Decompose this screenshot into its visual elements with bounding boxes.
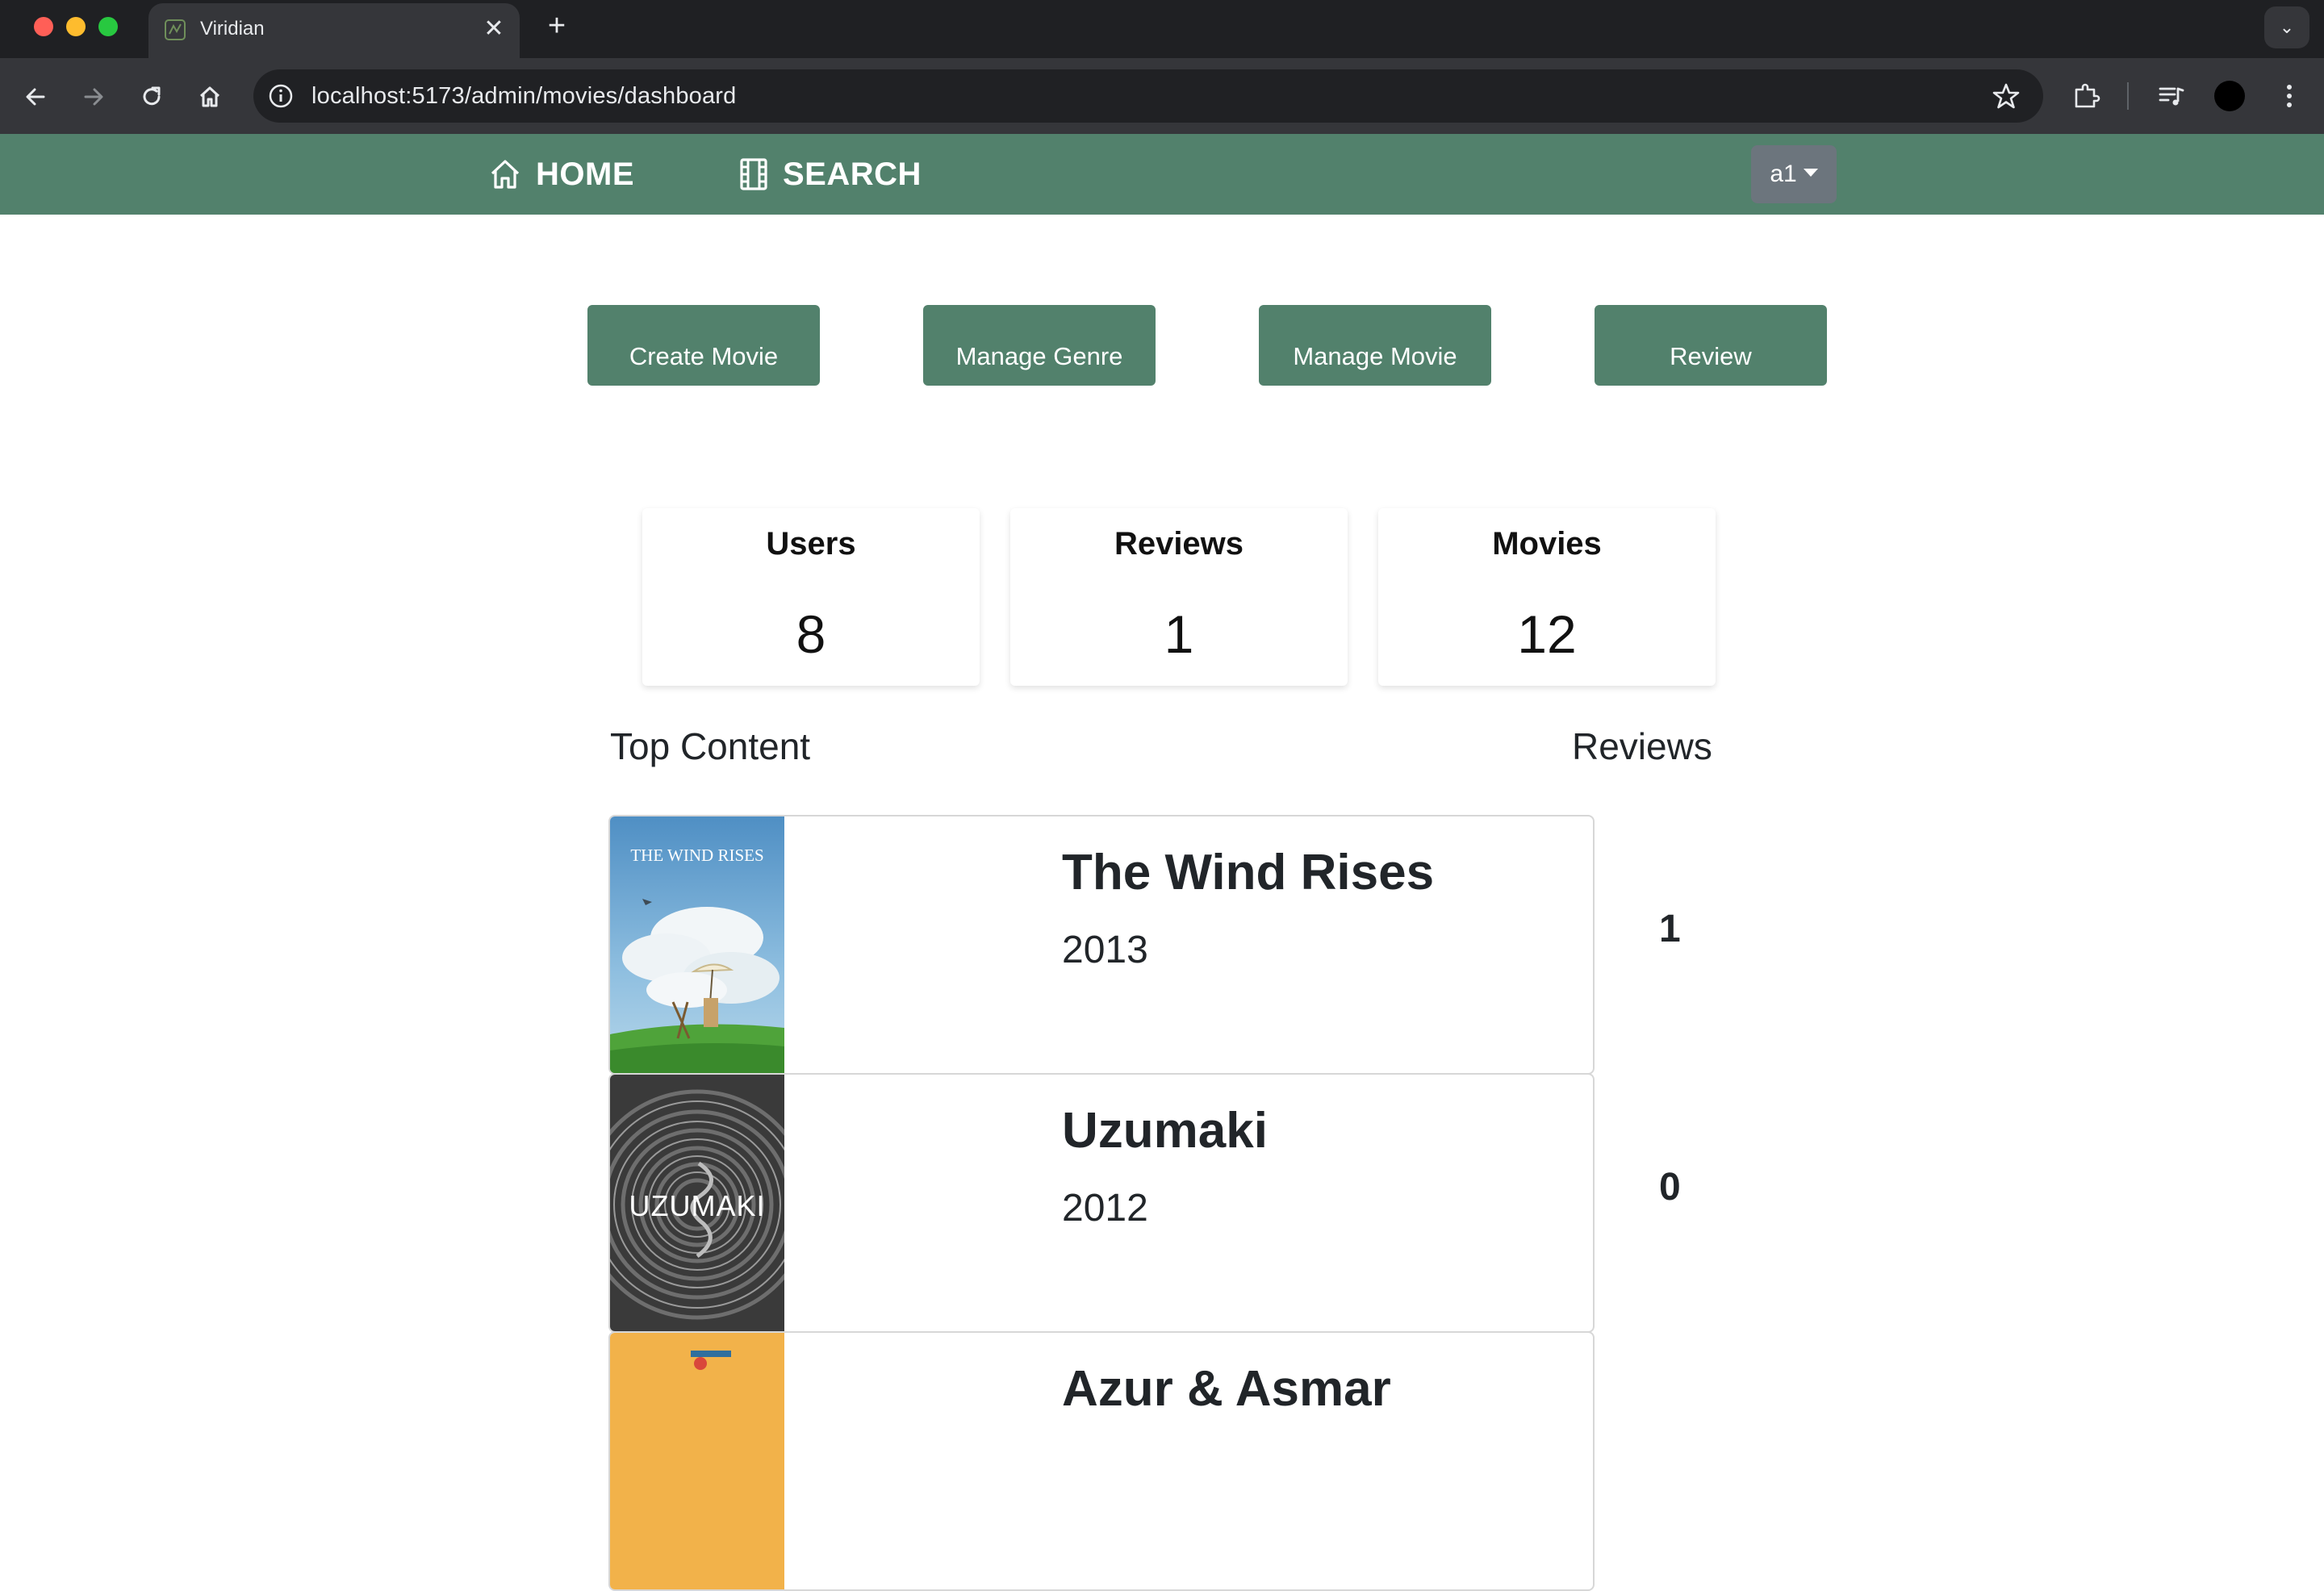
movie-poster[interactable]: UZUMAKI	[610, 1075, 784, 1331]
extensions-button[interactable]	[2067, 77, 2105, 115]
tab-title: Viridian	[200, 18, 265, 40]
forward-button[interactable]	[76, 79, 111, 115]
new-tab-button[interactable]: +	[541, 10, 573, 42]
stat-card-users: Users 8	[642, 508, 980, 686]
reviews-column-heading: Reviews	[1572, 725, 1712, 767]
azur-asmar-poster-image	[610, 1333, 784, 1589]
browser-tab[interactable]: Viridian ✕	[148, 3, 520, 58]
house-icon	[491, 160, 520, 189]
nav-home-link[interactable]: HOME	[487, 153, 634, 195]
maximize-window-button[interactable]	[98, 17, 118, 36]
review-button[interactable]: Review	[1595, 305, 1827, 386]
close-tab-icon[interactable]: ✕	[479, 15, 508, 44]
tab-search-button[interactable]: ⌄	[2264, 6, 2309, 48]
browser-tab-bar: Viridian ✕ + ⌄	[0, 0, 2324, 58]
arrow-right-icon	[84, 88, 103, 106]
nav-search-link[interactable]: SEARCH	[738, 153, 922, 195]
app-navbar: HOME SEARCH a1	[0, 134, 2324, 215]
film-icon	[740, 158, 767, 190]
user-dropdown-label: a1	[1770, 161, 1797, 187]
puzzle-icon	[2075, 83, 2100, 108]
back-button[interactable]	[18, 79, 53, 115]
user-dropdown-button[interactable]: a1	[1751, 145, 1837, 203]
stat-label: Movies	[1492, 526, 1602, 562]
content-row-azur-asmar[interactable]: Azur & Asmar	[608, 1331, 1595, 1591]
home-button[interactable]	[192, 79, 228, 115]
site-info-icon[interactable]	[265, 80, 297, 112]
minimize-window-button[interactable]	[66, 17, 86, 36]
movie-poster[interactable]: THE WIND RISES	[610, 816, 784, 1073]
manage-movie-button[interactable]: Manage Movie	[1259, 305, 1491, 386]
stat-label: Users	[766, 526, 856, 562]
toolbar-divider	[2127, 82, 2129, 110]
content-row-uzumaki[interactable]: UZUMAKI Uzumaki 2012	[608, 1073, 1595, 1333]
movie-title[interactable]: The Wind Rises	[1062, 844, 1434, 901]
stat-value: 8	[796, 604, 826, 664]
stat-card-movies: Movies 12	[1378, 508, 1716, 686]
browser-toolbar: localhost:5173/admin/movies/dashboard	[0, 58, 2324, 134]
review-count: 0	[1659, 1166, 1681, 1209]
reload-button[interactable]	[134, 79, 169, 115]
stat-value: 1	[1164, 604, 1194, 664]
media-controls-button[interactable]	[2153, 77, 2190, 115]
review-count: 1	[1659, 908, 1681, 950]
manage-genre-button[interactable]: Manage Genre	[923, 305, 1156, 386]
stat-label: Reviews	[1114, 526, 1244, 562]
more-vertical-icon	[2287, 85, 2292, 107]
caret-down-icon	[1803, 169, 1818, 177]
home-icon	[199, 86, 220, 107]
bookmark-star-icon[interactable]	[1992, 81, 2021, 111]
stat-card-reviews: Reviews 1	[1010, 508, 1348, 686]
poster-title-text: THE WIND RISES	[630, 846, 764, 865]
movie-title[interactable]: Uzumaki	[1062, 1102, 1268, 1159]
nav-search-label: SEARCH	[783, 156, 922, 192]
stat-value: 12	[1517, 604, 1577, 664]
top-content-heading: Top Content	[610, 725, 811, 767]
content-row-the-wind-rises[interactable]: THE WIND RISES The Wind Rises 2013	[608, 815, 1595, 1075]
profile-avatar[interactable]	[2214, 81, 2245, 111]
address-bar[interactable]: localhost:5173/admin/movies/dashboard	[253, 69, 2043, 123]
movie-title[interactable]: Azur & Asmar	[1062, 1360, 1391, 1418]
browser-menu-button[interactable]	[2271, 77, 2308, 115]
viridian-favicon-icon	[165, 19, 186, 40]
create-movie-button[interactable]: Create Movie	[587, 305, 820, 386]
nav-home-label: HOME	[536, 156, 634, 192]
close-window-button[interactable]	[34, 17, 53, 36]
reload-icon	[143, 86, 161, 106]
playlist-music-icon	[2159, 87, 2184, 106]
url-text[interactable]: localhost:5173/admin/movies/dashboard	[311, 81, 737, 111]
poster-title-text: UZUMAKI	[629, 1189, 766, 1222]
movie-poster[interactable]	[610, 1333, 784, 1589]
arrow-left-icon	[26, 88, 45, 106]
movie-year: 2013	[1062, 929, 1148, 971]
movie-year: 2012	[1062, 1187, 1148, 1230]
